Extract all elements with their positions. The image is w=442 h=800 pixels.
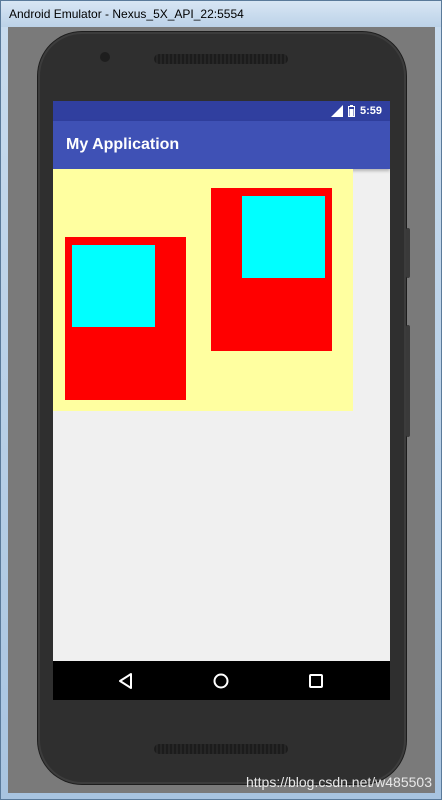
battery-icon (347, 105, 355, 117)
window-title: Android Emulator - Nexus_5X_API_22:5554 (9, 7, 244, 21)
status-icons: 5:59 (330, 104, 382, 118)
back-icon[interactable] (116, 671, 136, 691)
app-title: My Application (66, 136, 180, 153)
navigation-bar (53, 661, 390, 700)
status-time: 5:59 (359, 105, 382, 117)
red-box-right (211, 188, 332, 351)
recents-icon[interactable] (306, 671, 326, 691)
window-titlebar[interactable]: Android Emulator - Nexus_5X_API_22:5554 (1, 1, 441, 27)
top-speaker-grille (154, 54, 288, 64)
home-icon[interactable] (211, 671, 231, 691)
status-bar: 5:59 (53, 101, 390, 121)
cyan-box-left (72, 245, 155, 327)
yellow-layout (53, 169, 353, 411)
front-camera-icon (100, 52, 110, 62)
app-bar: My Application (53, 121, 390, 169)
device-screen[interactable]: 5:59 My Application (53, 101, 390, 700)
power-button[interactable] (406, 228, 410, 278)
cyan-box-right (242, 196, 325, 278)
activity-content (53, 169, 390, 661)
watermark-text: https://blog.csdn.net/w485503 (245, 774, 432, 790)
red-box-left (65, 237, 186, 400)
volume-button[interactable] (406, 325, 410, 437)
bottom-speaker-grille (154, 744, 288, 754)
signal-icon (330, 105, 343, 117)
